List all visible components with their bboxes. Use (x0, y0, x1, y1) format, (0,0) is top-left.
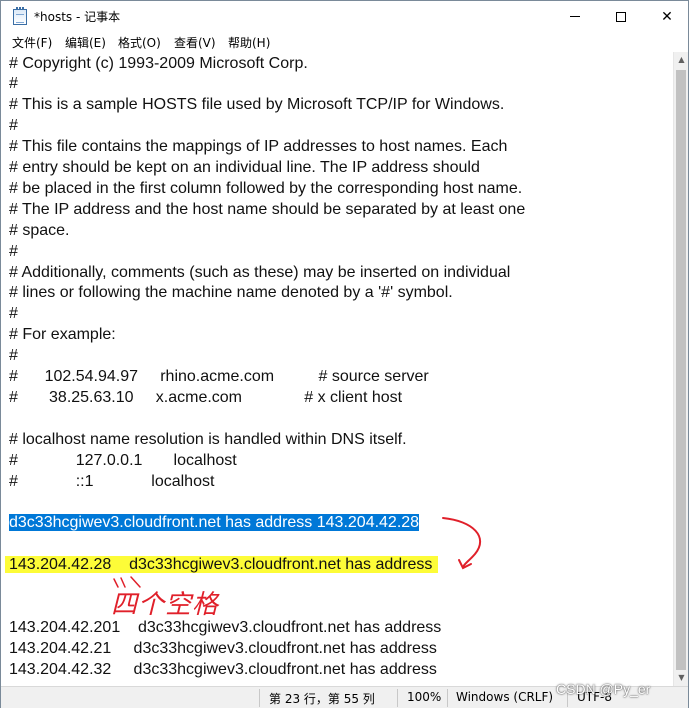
maximize-icon (616, 11, 626, 22)
editor-line: # (9, 303, 18, 324)
status-divider (447, 689, 448, 707)
title-bar[interactable]: *hosts - 记事本 ✕ (1, 1, 688, 32)
editor-line-text: 143.204.42.201 d3c33hcgiwev3.cloudfront.… (9, 618, 442, 636)
editor-line-text: # Copyright (c) 1993-2009 Microsoft Corp… (9, 54, 308, 72)
editor-line-text: # This file contains the mappings of IP … (9, 138, 508, 156)
minimize-button[interactable] (552, 1, 598, 32)
editor-line: 143.204.42.201 d3c33hcgiwev3.cloudfront.… (9, 617, 441, 638)
editor-line: # be placed in the first column followed… (9, 178, 522, 199)
editor-line: # Additionally, comments (such as these)… (9, 262, 510, 283)
notepad-window: *hosts - 记事本 ✕ 文件(F) 编辑(E) 格式(O) 查看(V) 帮… (0, 0, 689, 708)
scroll-down-icon[interactable]: ▼ (674, 670, 689, 686)
editor-line-text: # (9, 242, 18, 260)
editor-line-text: # lines or following the machine name de… (9, 284, 453, 302)
editor-line-text: 143.204.42.28 d3c33hcgiwev3.cloudfront.n… (9, 556, 433, 574)
editor-line-text: # 38.25.63.10 x.acme.com # x client host (9, 388, 403, 406)
menu-bar: 文件(F) 编辑(E) 格式(O) 查看(V) 帮助(H) (1, 32, 688, 52)
close-button[interactable]: ✕ (644, 1, 689, 32)
editor-line: # This is a sample HOSTS file used by Mi… (9, 94, 504, 115)
editor-line: d3c33hcgiwev3.cloudfront.net has address… (9, 512, 420, 533)
editor-line: # The IP address and the host name shoul… (9, 199, 525, 220)
editor-line: # ::1 localhost (9, 471, 214, 492)
editor-line-text: # (9, 75, 18, 93)
menu-file[interactable]: 文件(F) (12, 34, 52, 51)
status-divider (397, 689, 398, 707)
editor-line-text: # This is a sample HOSTS file used by Mi… (9, 96, 505, 114)
status-zoom: 100% (407, 690, 442, 704)
editor-line: # (9, 115, 18, 136)
editor-line-text: # (9, 305, 18, 323)
editor-line: # 127.0.0.1 localhost (9, 450, 237, 471)
vertical-scrollbar[interactable]: ▲ ▼ (673, 52, 688, 686)
status-divider (259, 689, 260, 707)
editor-line: 143.204.42.21 d3c33hcgiwev3.cloudfront.n… (9, 638, 437, 659)
editor-line: # This file contains the mappings of IP … (9, 136, 507, 157)
scroll-thumb[interactable] (676, 70, 686, 670)
editor-line-text: # space. (9, 221, 70, 239)
notepad-icon (13, 7, 27, 25)
watermark: CSDN @Py_er (556, 681, 651, 697)
editor-line-text: 143.204.42.21 d3c33hcgiwev3.cloudfront.n… (9, 639, 437, 657)
editor-line: # For example: (9, 324, 116, 345)
minimize-icon (570, 16, 580, 17)
editor-line-text: # 102.54.94.97 rhino.acme.com # source s… (9, 368, 429, 385)
editor-line-text: d3c33hcgiwev3.cloudfront.net has address… (9, 514, 420, 532)
menu-help[interactable]: 帮助(H) (228, 34, 270, 51)
menu-view[interactable]: 查看(V) (174, 34, 216, 51)
window-title: *hosts - 记事本 (34, 10, 121, 24)
editor-line: # (9, 345, 18, 366)
editor-line-text: 143.204.42.32 d3c33hcgiwev3.cloudfront.n… (9, 660, 437, 678)
menu-format[interactable]: 格式(O) (118, 34, 161, 51)
status-cursor-position: 第 23 行，第 55 列 (269, 692, 375, 706)
close-icon: ✕ (661, 8, 673, 25)
editor-line: # 38.25.63.10 x.acme.com # x client host (9, 387, 402, 408)
editor-line: 143.204.42.32 d3c33hcgiwev3.cloudfront.n… (9, 659, 437, 680)
editor-line: # (9, 241, 18, 262)
editor-line-text: # ::1 localhost (9, 472, 215, 490)
maximize-button[interactable] (598, 1, 644, 32)
editor-line-text: # (9, 347, 18, 365)
editor-line: # entry should be kept on an individual … (9, 157, 480, 178)
editor-line: 143.204.42.28 d3c33hcgiwev3.cloudfront.n… (9, 554, 433, 575)
scroll-up-icon[interactable]: ▲ (674, 52, 689, 68)
editor-line-text: # entry should be kept on an individual … (9, 159, 480, 176)
editor-line-text: # Additionally, comments (such as these)… (9, 263, 511, 281)
editor-line-text: # The IP address and the host name shoul… (9, 200, 526, 218)
editor-line: # space. (9, 220, 69, 241)
editor-line: # (9, 73, 18, 94)
editor-line: # 102.54.94.97 rhino.acme.com # source s… (9, 366, 429, 387)
editor-line-text: # (9, 117, 18, 135)
editor-line: # Copyright (c) 1993-2009 Microsoft Corp… (9, 53, 308, 74)
editor-line: # lines or following the machine name de… (9, 282, 453, 303)
status-line-ending: Windows (CRLF) (456, 690, 554, 704)
text-editor-area[interactable]: # Copyright (c) 1993-2009 Microsoft Corp… (1, 52, 673, 686)
editor-line-text: # localhost name resolution is handled w… (9, 430, 407, 448)
editor-line-text: # 127.0.0.1 localhost (9, 451, 237, 469)
menu-edit[interactable]: 编辑(E) (65, 34, 106, 51)
editor-line-text: # be placed in the first column followed… (9, 179, 523, 197)
editor-line: # localhost name resolution is handled w… (9, 429, 407, 450)
editor-line-text: # For example: (9, 326, 116, 344)
